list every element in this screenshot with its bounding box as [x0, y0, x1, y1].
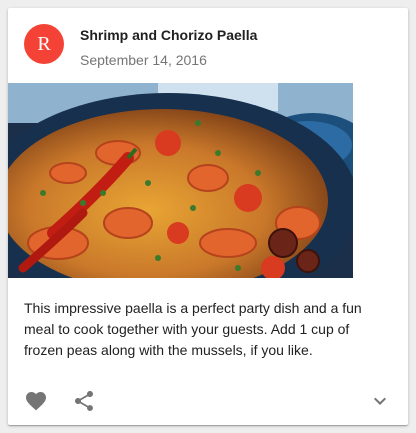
- card-description: This impressive paella is a perfect part…: [24, 300, 362, 358]
- card-actions: [8, 377, 408, 425]
- paella-image: [8, 83, 353, 278]
- share-icon: [75, 391, 93, 411]
- avatar: R: [24, 24, 64, 64]
- card-date: September 14, 2016: [80, 52, 207, 68]
- chevron-down-icon: [374, 397, 386, 405]
- card-header: R Shrimp and Chorizo Paella September 14…: [8, 8, 408, 83]
- favorite-button[interactable]: [18, 383, 54, 419]
- card-title: Shrimp and Chorizo Paella: [80, 27, 258, 43]
- share-button[interactable]: [66, 383, 102, 419]
- recipe-card: R Shrimp and Chorizo Paella September 14…: [8, 8, 408, 425]
- expand-button[interactable]: [362, 383, 398, 419]
- heart-icon: [26, 392, 46, 411]
